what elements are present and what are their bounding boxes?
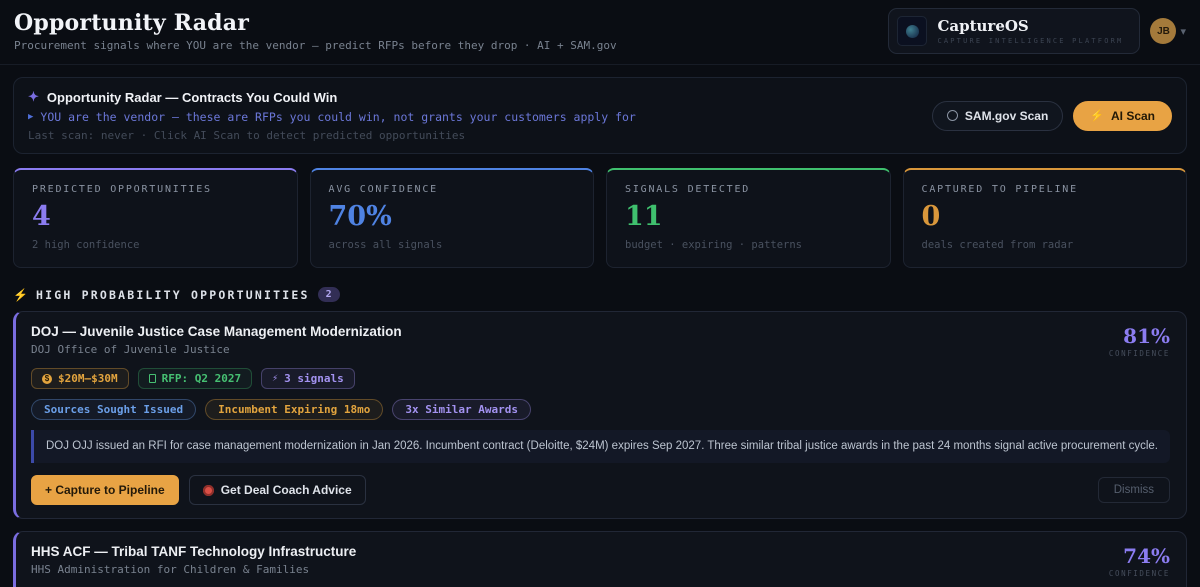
radar-icon: ✦ bbox=[28, 89, 39, 105]
opportunity-card-hhs: HHS ACF — Tribal TANF Technology Infrast… bbox=[13, 531, 1187, 587]
opportunity-card-doj: DOJ — Juvenile Justice Case Management M… bbox=[13, 311, 1187, 519]
stat-value: 11 bbox=[625, 201, 872, 232]
stat-label: AVG CONFIDENCE bbox=[329, 184, 576, 195]
sam-gov-scan-button[interactable]: SAM.gov Scan bbox=[932, 101, 1063, 131]
opp-actions: + Capture to Pipeline Get Deal Coach Adv… bbox=[31, 475, 1170, 505]
meta-badges: $$20M–$30M RFP: Q2 2027 ⚡3 signals bbox=[31, 368, 1170, 389]
stat-sub: budget · expiring · patterns bbox=[625, 239, 872, 251]
avatar[interactable]: JB bbox=[1150, 18, 1176, 44]
stat-sub: across all signals bbox=[329, 239, 576, 251]
section-count-badge: 2 bbox=[318, 287, 340, 302]
page-title: Opportunity Radar bbox=[14, 10, 617, 36]
signal-tag: Sources Sought Issued bbox=[31, 399, 196, 420]
globe-icon bbox=[947, 110, 958, 121]
user-menu[interactable]: JB ▾ bbox=[1150, 18, 1186, 44]
last-scan-status: Last scan: never · Click AI Scan to dete… bbox=[28, 129, 636, 142]
banner-title-row: ✦ Opportunity Radar — Contracts You Coul… bbox=[28, 89, 636, 105]
stat-value: 0 bbox=[922, 201, 1169, 232]
chevron-down-icon[interactable]: ▾ bbox=[1180, 25, 1186, 38]
opp-head-left: HHS ACF — Tribal TANF Technology Infrast… bbox=[31, 544, 356, 576]
opp-description: DOJ OJJ issued an RFI for case managemen… bbox=[31, 430, 1170, 463]
rfp-badge: RFP: Q2 2027 bbox=[138, 368, 252, 389]
money-icon: $ bbox=[42, 374, 52, 384]
signal-tags: Sources Sought Issued Incumbent Expiring… bbox=[31, 399, 1170, 420]
banner-actions: SAM.gov Scan ⚡ AI Scan bbox=[932, 101, 1172, 131]
document-icon bbox=[149, 374, 156, 383]
opp-head: HHS ACF — Tribal TANF Technology Infrast… bbox=[31, 544, 1170, 578]
brand-name: CaptureOS bbox=[937, 17, 1123, 35]
ai-scan-label: AI Scan bbox=[1111, 109, 1155, 123]
target-icon bbox=[203, 485, 214, 496]
deal-coach-button[interactable]: Get Deal Coach Advice bbox=[189, 475, 366, 505]
signal-tag: 3x Similar Awards bbox=[392, 399, 531, 420]
opp-title: HHS ACF — Tribal TANF Technology Infrast… bbox=[31, 544, 356, 559]
confidence-block: 81% CONFIDENCE bbox=[1109, 324, 1170, 358]
globe-logo-icon bbox=[906, 25, 919, 38]
stat-label: CAPTURED TO PIPELINE bbox=[922, 184, 1169, 195]
topbar: Opportunity Radar Procurement signals wh… bbox=[0, 0, 1200, 65]
play-icon: ▶ bbox=[28, 112, 33, 122]
deal-coach-label: Get Deal Coach Advice bbox=[221, 483, 352, 497]
brand-card: CaptureOS CAPTURE INTELLIGENCE PLATFORM bbox=[888, 8, 1140, 54]
stats-row: PREDICTED OPPORTUNITIES 4 2 high confide… bbox=[13, 168, 1187, 268]
banner-tagline: YOU are the vendor — these are RFPs you … bbox=[40, 110, 635, 124]
stat-value: 70% bbox=[329, 201, 576, 232]
section-title: HIGH PROBABILITY OPPORTUNITIES bbox=[36, 288, 310, 302]
topbar-left: Opportunity Radar Procurement signals wh… bbox=[14, 10, 617, 52]
dismiss-button[interactable]: Dismiss bbox=[1098, 477, 1170, 503]
bolt-icon: ⚡ bbox=[13, 288, 28, 302]
stat-value: 4 bbox=[32, 201, 279, 232]
radar-banner: ✦ Opportunity Radar — Contracts You Coul… bbox=[13, 77, 1187, 154]
page-subtitle: Procurement signals where YOU are the ve… bbox=[14, 39, 617, 52]
stat-card-captured: CAPTURED TO PIPELINE 0 deals created fro… bbox=[903, 168, 1188, 268]
opp-head-left: DOJ — Juvenile Justice Case Management M… bbox=[31, 324, 402, 356]
opp-title: DOJ — Juvenile Justice Case Management M… bbox=[31, 324, 402, 339]
stat-card-signals: SIGNALS DETECTED 11 budget · expiring · … bbox=[606, 168, 891, 268]
stat-sub: deals created from radar bbox=[922, 239, 1169, 251]
opp-agency: DOJ Office of Juvenile Justice bbox=[31, 343, 402, 356]
banner-text: ✦ Opportunity Radar — Contracts You Coul… bbox=[28, 89, 636, 142]
stat-card-predicted: PREDICTED OPPORTUNITIES 4 2 high confide… bbox=[13, 168, 298, 268]
stat-card-confidence: AVG CONFIDENCE 70% across all signals bbox=[310, 168, 595, 268]
signal-tag: Incumbent Expiring 18mo bbox=[205, 399, 383, 420]
brand-logo bbox=[897, 16, 927, 46]
value-badge: $$20M–$30M bbox=[31, 368, 129, 389]
confidence-label: CONFIDENCE bbox=[1109, 569, 1170, 578]
confidence-value: 81% bbox=[1109, 324, 1170, 348]
bolt-icon: ⚡ bbox=[272, 373, 278, 384]
signals-badge: ⚡3 signals bbox=[261, 368, 355, 389]
stat-label: SIGNALS DETECTED bbox=[625, 184, 872, 195]
banner-title: Opportunity Radar — Contracts You Could … bbox=[47, 90, 337, 105]
ai-scan-button[interactable]: ⚡ AI Scan bbox=[1073, 101, 1172, 131]
capture-to-pipeline-button[interactable]: + Capture to Pipeline bbox=[31, 475, 179, 505]
opp-head: DOJ — Juvenile Justice Case Management M… bbox=[31, 324, 1170, 358]
stat-label: PREDICTED OPPORTUNITIES bbox=[32, 184, 279, 195]
brand-tagline: CAPTURE INTELLIGENCE PLATFORM bbox=[937, 37, 1123, 45]
brand-text: CaptureOS CAPTURE INTELLIGENCE PLATFORM bbox=[937, 17, 1123, 45]
confidence-value: 74% bbox=[1109, 544, 1170, 568]
banner-tagline-row: ▶ YOU are the vendor — these are RFPs yo… bbox=[28, 110, 636, 124]
stat-sub: 2 high confidence bbox=[32, 239, 279, 251]
confidence-block: 74% CONFIDENCE bbox=[1109, 544, 1170, 578]
opp-agency: HHS Administration for Children & Famili… bbox=[31, 563, 356, 576]
confidence-label: CONFIDENCE bbox=[1109, 349, 1170, 358]
sam-gov-scan-label: SAM.gov Scan bbox=[965, 109, 1048, 123]
section-header: ⚡ HIGH PROBABILITY OPPORTUNITIES 2 bbox=[13, 287, 1187, 302]
bolt-icon: ⚡ bbox=[1090, 109, 1104, 122]
topbar-right: CaptureOS CAPTURE INTELLIGENCE PLATFORM … bbox=[888, 8, 1186, 54]
